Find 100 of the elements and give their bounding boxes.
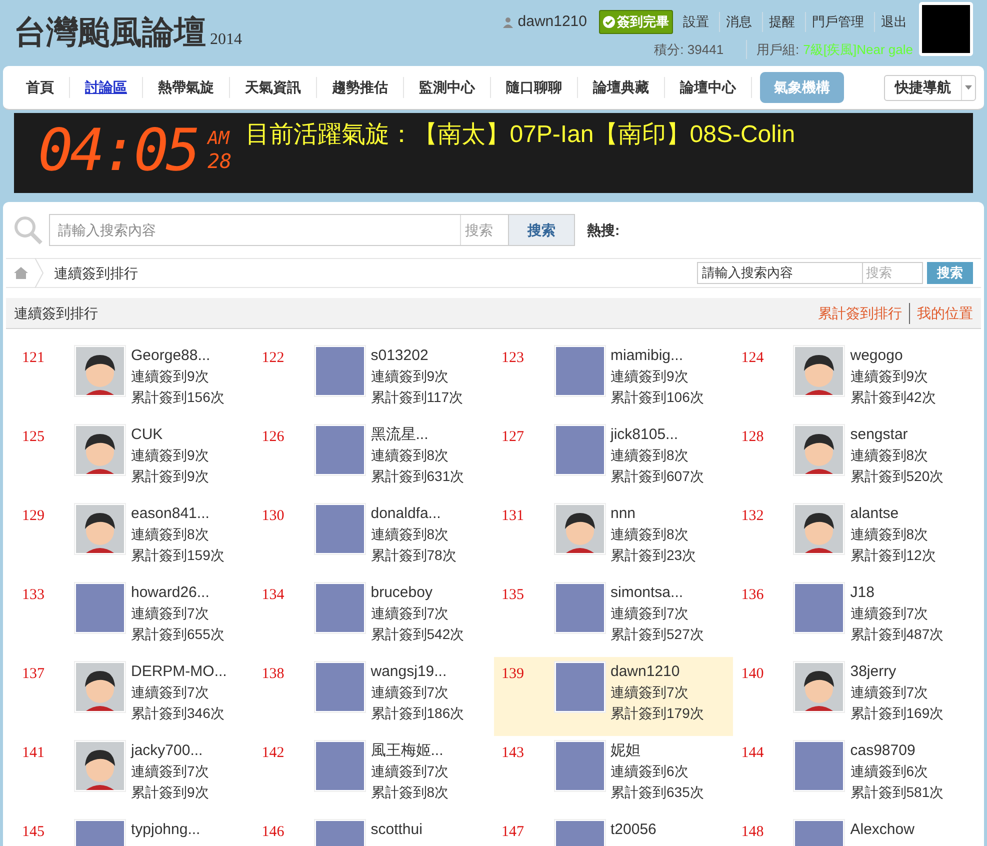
- streak-text: 連續簽到8次: [370, 446, 450, 465]
- total-text: 累計簽到631次: [370, 467, 464, 486]
- default-avatar-icon: [795, 426, 844, 474]
- nav-tab[interactable]: 天氣資訊: [230, 77, 317, 98]
- default-avatar-icon: [556, 505, 604, 553]
- default-avatar-icon: [795, 505, 844, 553]
- username-link[interactable]: wegogo: [850, 345, 936, 366]
- section-title: 連續簽到排行: [14, 304, 98, 322]
- username-link[interactable]: alantse: [850, 503, 936, 524]
- nav-tab[interactable]: 熱帶氣旋: [143, 77, 230, 98]
- username-link[interactable]: 黑流星...: [370, 424, 464, 445]
- total-text: 累計簽到655次: [131, 625, 224, 644]
- username-link[interactable]: s013202: [370, 345, 464, 366]
- username-link[interactable]: typjohng...: [131, 819, 200, 840]
- nav-tab[interactable]: 首頁: [11, 77, 70, 98]
- total-text: 累計簽到78次: [370, 546, 456, 565]
- username-link[interactable]: miamibig...: [610, 345, 704, 366]
- rank-number: 139: [500, 665, 525, 684]
- username-link[interactable]: nnn: [610, 503, 696, 524]
- rank-number: 148: [740, 823, 765, 842]
- photo-placeholder: [795, 742, 844, 790]
- rank-number: 129: [21, 507, 46, 526]
- rank-number: 124: [740, 349, 765, 368]
- username-link[interactable]: 妮妲: [610, 740, 704, 761]
- rank-number: 128: [740, 428, 765, 447]
- total-text: 累計簽到42次: [850, 388, 936, 407]
- username-link[interactable]: jick8105...: [610, 424, 704, 445]
- username-link[interactable]: 風王梅姬...: [370, 740, 449, 761]
- streak-text: 連續簽到7次: [610, 683, 690, 702]
- username-link[interactable]: howard26...: [131, 582, 224, 603]
- nav-tab[interactable]: 論壇典藏: [578, 77, 665, 98]
- clock-day: 28: [208, 149, 232, 173]
- rank-number: 130: [260, 507, 286, 526]
- rank-number: 146: [260, 823, 286, 842]
- total-text: 累計簽到156次: [131, 388, 224, 407]
- username-link[interactable]: eason841...: [131, 503, 224, 524]
- username-link[interactable]: simontsa...: [610, 582, 704, 603]
- user-menu-link[interactable]: 退出: [874, 12, 913, 32]
- username-link[interactable]: CUK: [131, 424, 209, 445]
- total-text: 累計簽到186次: [370, 704, 464, 723]
- user-menu-link[interactable]: 門戶管理: [805, 12, 870, 32]
- points-text[interactable]: 積分: 39441: [654, 40, 746, 59]
- username-link[interactable]: 38jerry: [850, 661, 944, 682]
- user-menu-link[interactable]: 消息: [719, 12, 758, 32]
- username-link[interactable]: donaldfa...: [370, 503, 456, 524]
- streak-text: 連續簽到8次: [850, 446, 930, 465]
- nav-tab[interactable]: 論壇中心: [665, 77, 752, 98]
- username-link[interactable]: jacky700...: [131, 740, 209, 761]
- streak-text: 連續簽到7次: [610, 604, 690, 623]
- check-icon: [603, 16, 615, 28]
- total-text: 累計簽到9次: [131, 783, 209, 802]
- rank-number: 135: [500, 586, 525, 605]
- user-menu-link[interactable]: 提醒: [762, 12, 801, 32]
- streak-text: 連續簽到7次: [850, 683, 930, 702]
- site-logo-title[interactable]: 台灣颱風論壇: [14, 16, 206, 48]
- total-text: 累計簽到23次: [610, 546, 696, 565]
- rank-number: 133: [21, 586, 46, 605]
- total-text: 累計簽到9次: [131, 467, 209, 486]
- photo-placeholder: [556, 663, 604, 711]
- breadcrumb-current: 連續簽到排行: [54, 264, 138, 282]
- total-text: 累計簽到159次: [131, 546, 224, 565]
- rank-number: 136: [740, 586, 765, 605]
- nav-tab[interactable]: 討論區: [70, 77, 143, 98]
- total-text: 累計簽到8次: [370, 783, 449, 802]
- nav-tab[interactable]: 監測中心: [404, 77, 491, 98]
- username-link[interactable]: bruceboy: [370, 582, 464, 603]
- streak-text: 連續簽到9次: [610, 367, 690, 386]
- username-link[interactable]: scotthui: [370, 819, 422, 840]
- username-link[interactable]: DERPM-MO...: [131, 661, 227, 682]
- username-link[interactable]: George88...: [131, 345, 224, 366]
- username-link[interactable]: t20056: [610, 819, 656, 840]
- streak-text: 連續簽到8次: [850, 525, 930, 544]
- default-avatar-icon: [76, 347, 124, 395]
- streak-text: 連續簽到9次: [131, 367, 210, 386]
- breadcrumb-search-input[interactable]: 請輸入搜索內容: [697, 262, 863, 284]
- streak-text: 連續簽到8次: [131, 525, 210, 544]
- nav-tab[interactable]: 隨口聊聊: [491, 77, 578, 98]
- username-link[interactable]: J18: [850, 582, 944, 603]
- rank-number: 132: [740, 507, 765, 526]
- total-text: 累計簽到106次: [610, 388, 704, 407]
- username-link[interactable]: cas98709: [850, 740, 944, 761]
- streak-text: 連續簽到6次: [850, 762, 930, 781]
- username-link[interactable]: Alexchow: [850, 819, 914, 840]
- username-link[interactable]: sengstar: [850, 424, 944, 445]
- username-link[interactable]: dawn1210: [518, 10, 587, 33]
- nav-tab[interactable]: 趨勢推估: [317, 77, 404, 98]
- rank-number: 144: [740, 744, 765, 763]
- streak-text: 連續簽到7次: [370, 604, 450, 623]
- total-text: 累計簽到527次: [610, 625, 704, 644]
- photo-placeholder: [316, 584, 364, 632]
- username-link[interactable]: wangsj19...: [370, 661, 464, 682]
- rank-number: 142: [260, 744, 286, 763]
- user-avatar[interactable]: [919, 2, 973, 56]
- quick-nav-dropdown[interactable]: 快捷導航: [884, 74, 976, 100]
- search-button[interactable]: 搜索: [508, 215, 574, 245]
- username-link[interactable]: dawn1210: [610, 661, 704, 682]
- total-text: 累計簽到607次: [610, 467, 704, 486]
- photo-placeholder: [316, 347, 364, 395]
- search-field[interactable]: 請輸入搜索內容 搜索 搜索: [49, 214, 575, 246]
- user-menu-link[interactable]: 設置: [677, 12, 715, 32]
